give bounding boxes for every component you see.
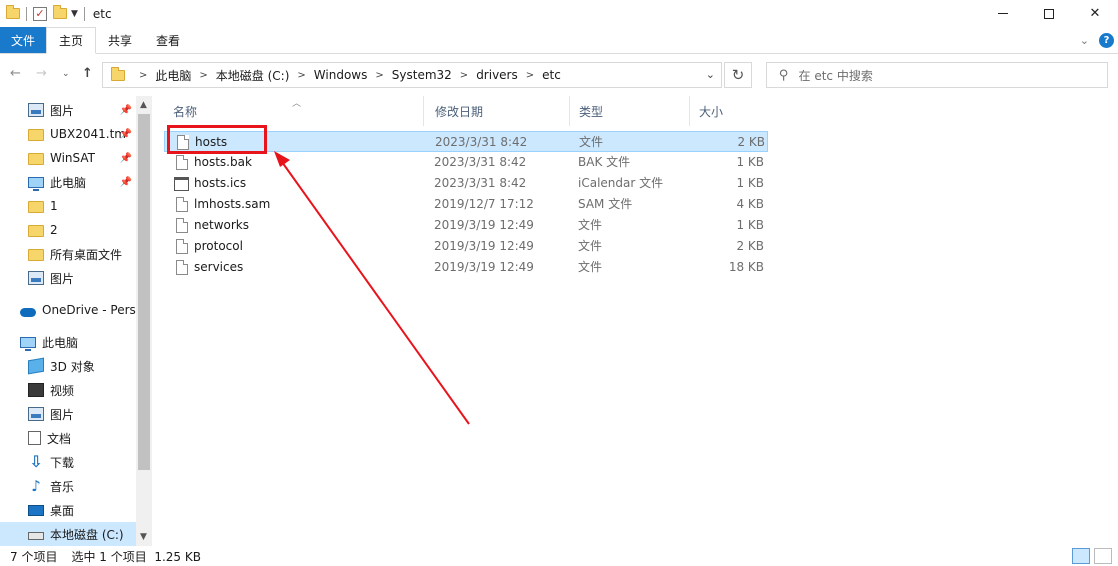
annotation-arrow-head: [274, 151, 290, 167]
large-icons-view-button[interactable]: [1094, 548, 1112, 564]
annotation-arrow: [274, 151, 470, 425]
status-bar: 7 个项目 选中 1 个项目 1.25 KB: [0, 546, 1118, 566]
status-item-count: 7 个项目: [10, 549, 58, 564]
status-selection: 选中 1 个项目 1.25 KB: [71, 549, 201, 564]
details-view-button[interactable]: [1072, 548, 1090, 564]
annotation-arrow-shaft: [281, 161, 470, 425]
